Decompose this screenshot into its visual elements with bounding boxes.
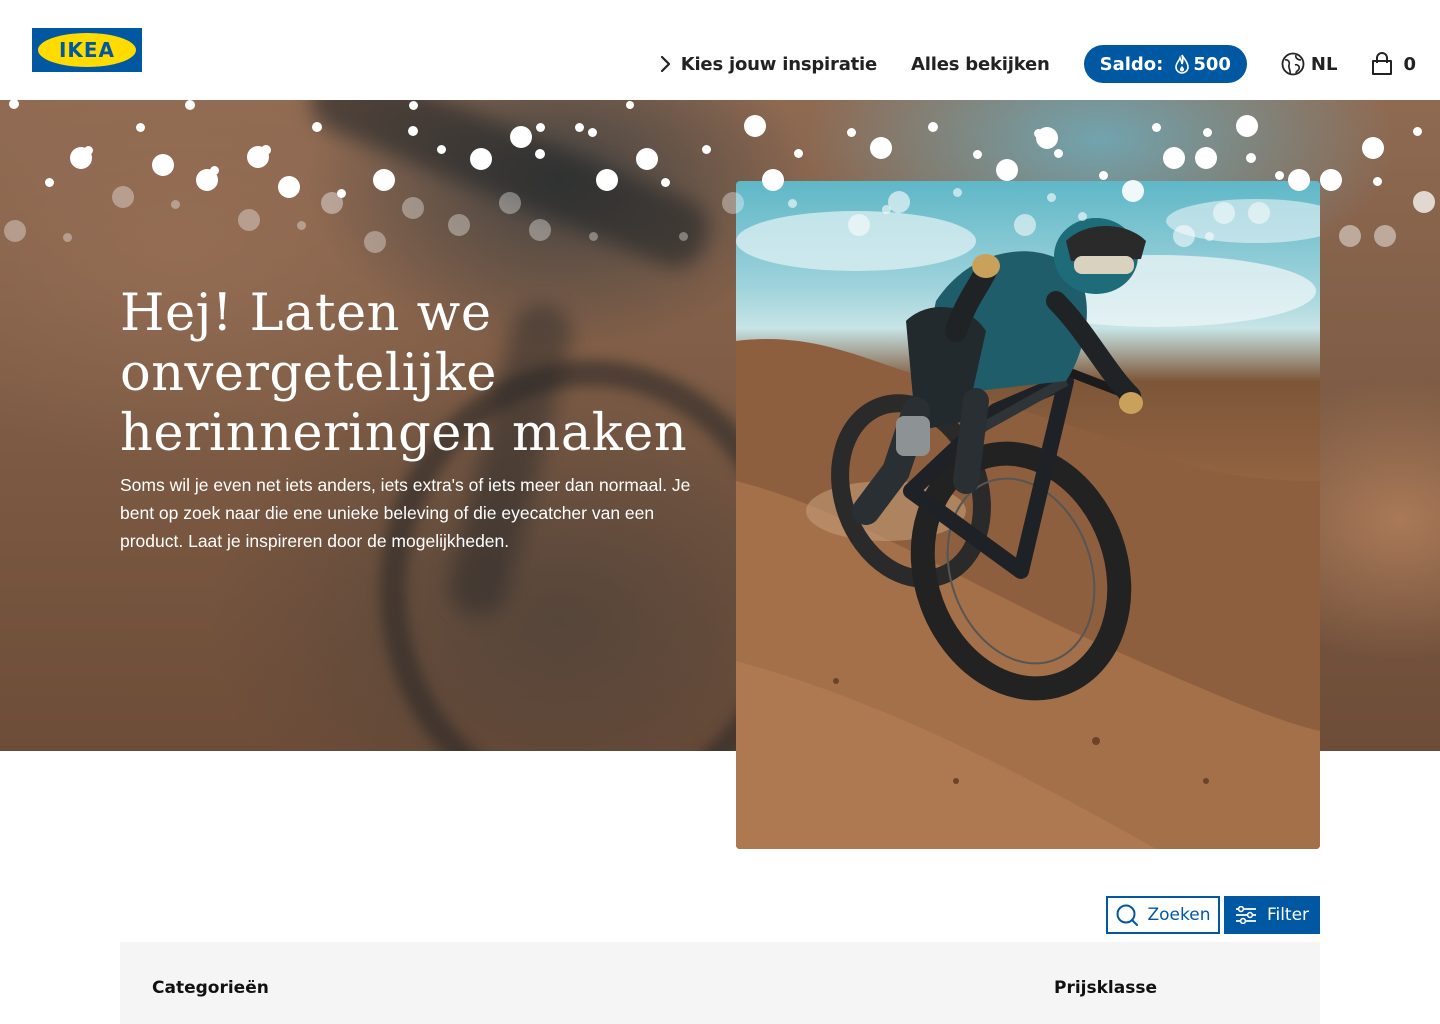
hero-title-line: onvergetelijke	[120, 344, 497, 403]
logo-text: IKEA	[58, 38, 116, 62]
language-selector[interactable]: NL	[1281, 52, 1338, 76]
mountain-biker-illustration	[736, 199, 1320, 849]
filter-sliders-icon	[1235, 906, 1256, 924]
logo-oval: IKEA	[38, 33, 136, 67]
shopping-bag-icon	[1372, 52, 1393, 75]
hero-background-blur	[302, 100, 718, 277]
categories-heading[interactable]: Categorieën	[152, 978, 269, 998]
nav-inspiration-label: Kies jouw inspiratie	[680, 53, 878, 75]
flame-icon	[1175, 54, 1190, 74]
search-button-label: Zoeken	[1147, 905, 1211, 925]
chevron-right-icon	[659, 55, 671, 73]
search-icon	[1116, 904, 1138, 926]
globe-icon	[1281, 52, 1305, 76]
ikea-logo[interactable]: IKEA	[32, 28, 142, 72]
hero-subtitle: Soms wil je even net iets anders, iets e…	[120, 475, 691, 551]
filter-button-label: Filter	[1266, 905, 1310, 925]
main-nav: Kies jouw inspiratie Alles bekijken Sald…	[625, 45, 1416, 83]
hero-title-line: herinneringen maken	[120, 404, 688, 463]
saldo-label: Saldo:	[1099, 53, 1164, 75]
price-range-heading[interactable]: Prijsklasse	[1054, 978, 1157, 998]
cart-count: 0	[1403, 53, 1416, 75]
cart-button[interactable]: 0	[1371, 52, 1416, 76]
nav-all-link[interactable]: Alles bekijken	[911, 54, 1050, 75]
hero-title: Hej! Laten we onvergetelijke herinnering…	[120, 284, 720, 464]
nav-all-label: Alles bekijken	[911, 53, 1050, 75]
site-header: IKEA Kies jouw inspiratie Alles bekijken…	[0, 0, 1440, 100]
hero-photo-mountain-biker	[736, 181, 1320, 849]
nav-inspiration-link[interactable]: Kies jouw inspiratie	[659, 54, 877, 75]
filter-panel: Categorieën Prijsklasse	[120, 942, 1320, 1024]
hero-title-line: Hej! Laten we	[120, 284, 492, 343]
search-button[interactable]: Zoeken	[1106, 896, 1220, 934]
language-label: NL	[1310, 53, 1338, 75]
saldo-button[interactable]: Saldo: 500	[1083, 45, 1247, 83]
saldo-value: 500	[1193, 53, 1231, 75]
filter-button[interactable]: Filter	[1224, 896, 1320, 934]
